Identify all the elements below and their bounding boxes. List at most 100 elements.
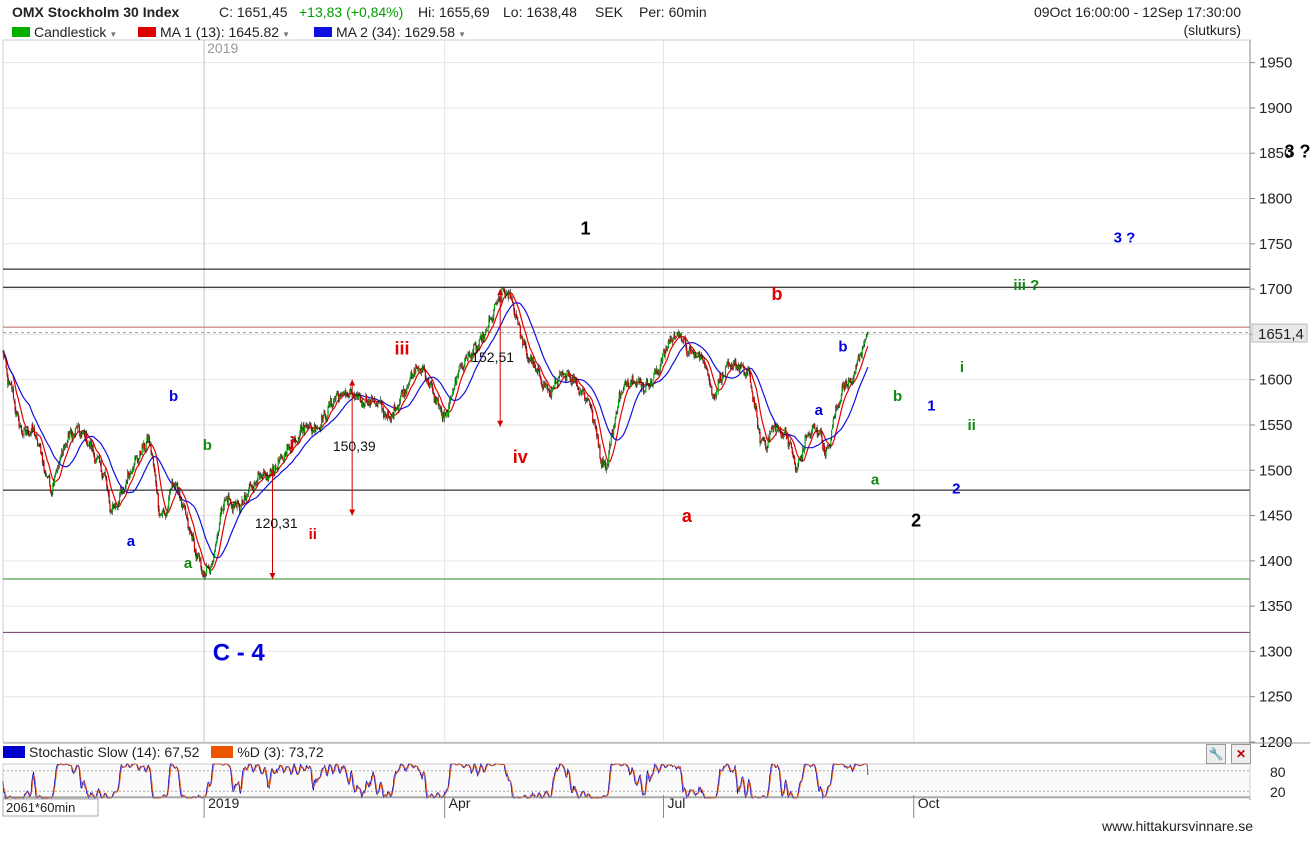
candle-body — [456, 376, 458, 385]
candle-body — [109, 503, 111, 513]
candle-body — [492, 317, 494, 322]
candle-body — [166, 510, 168, 515]
legend-ma1[interactable]: MA 1 (13): 1645.82 ▼ — [138, 24, 290, 40]
candle-body — [664, 352, 666, 357]
chevron-down-icon[interactable]: ▼ — [458, 30, 466, 39]
candle-body — [462, 368, 464, 369]
chevron-down-icon[interactable]: ▼ — [109, 30, 117, 39]
candle-body — [193, 535, 195, 542]
arrow-head — [349, 379, 356, 386]
legend-ma2[interactable]: MA 2 (34): 1629.58 ▼ — [314, 24, 466, 40]
candle-body — [497, 299, 499, 303]
close-value: C: 1651,45 — [219, 4, 288, 20]
candle-body — [228, 495, 230, 500]
candle-body — [115, 502, 117, 508]
candle-body — [483, 335, 485, 341]
candle-body — [551, 389, 553, 397]
candle-body — [102, 476, 104, 478]
candle-body — [559, 373, 561, 377]
candle-body — [230, 502, 233, 508]
candle-body — [131, 468, 134, 473]
candle-body — [681, 339, 683, 341]
candle-body — [78, 426, 81, 434]
candle-body — [135, 456, 138, 458]
candle-body — [796, 469, 798, 473]
candle-body — [621, 393, 623, 396]
close-icon[interactable]: ✕ — [1231, 744, 1251, 764]
candle-body — [153, 464, 155, 470]
chevron-down-icon[interactable]: ▼ — [282, 30, 290, 39]
candle-body — [608, 453, 610, 465]
candle-body — [151, 453, 153, 456]
wave-label: 2 — [911, 510, 921, 530]
high-value: Hi: 1655,69 — [418, 4, 490, 20]
candle-body — [301, 428, 303, 432]
legend-candlestick-label: Candlestick — [34, 24, 107, 40]
candle-body — [730, 365, 732, 367]
candle-body — [170, 488, 172, 490]
wrench-icon[interactable]: 🔧 — [1206, 744, 1226, 764]
candle-body — [609, 444, 611, 454]
stoch-d-swatch-icon — [211, 746, 234, 758]
candle-body — [622, 389, 624, 393]
y-tick-label: 1600 — [1259, 372, 1292, 389]
candle-body — [833, 416, 835, 419]
candle-body — [588, 398, 590, 400]
footer-url[interactable]: www.hittakursvinnare.se — [1102, 818, 1253, 834]
legend-candlestick[interactable]: Candlestick ▼ — [12, 24, 117, 40]
candle-body — [515, 313, 517, 317]
candle-body — [829, 445, 831, 447]
candle-body — [566, 371, 568, 378]
candle-body — [440, 407, 443, 414]
candle-body — [684, 338, 686, 344]
stoch-k-swatch-icon — [3, 746, 25, 758]
candle-body — [387, 410, 389, 417]
candle-body — [56, 471, 58, 473]
candle-body — [415, 365, 418, 369]
plot-frame — [2, 39, 1251, 743]
candle-body — [511, 298, 513, 301]
candle-body — [97, 457, 99, 459]
wave-label: 2 — [952, 481, 960, 498]
candle-body — [169, 490, 171, 494]
candle-body — [187, 518, 189, 529]
candle-body — [749, 373, 751, 384]
candle-body — [237, 500, 239, 504]
candle-body — [432, 391, 435, 393]
wave-label: b — [838, 338, 847, 355]
candle-body — [539, 369, 541, 376]
candle-body — [152, 456, 155, 466]
candle-body — [212, 561, 214, 564]
candle-body — [803, 447, 805, 452]
candle-body — [818, 432, 821, 435]
candle-body — [93, 452, 95, 457]
candle-body — [326, 415, 328, 420]
candle-body — [831, 430, 833, 438]
candle-body — [764, 440, 766, 443]
candlestick-swatch-icon — [12, 27, 30, 37]
candle-body — [791, 447, 793, 454]
legend-ma2-label: MA 2 (34): 1629.58 — [336, 24, 456, 40]
y-tick-label: 1250 — [1259, 689, 1292, 706]
candle-body — [569, 373, 571, 380]
candle-body — [98, 457, 101, 463]
candle-body — [95, 458, 97, 463]
candle-body — [814, 424, 816, 429]
candle-body — [614, 417, 616, 426]
candle-body — [148, 436, 151, 444]
candle-body — [464, 358, 466, 368]
wave-label: b — [893, 388, 902, 405]
candle-body — [695, 353, 697, 358]
candle-body — [617, 408, 619, 413]
candle-body — [659, 364, 661, 371]
candle-body — [186, 515, 188, 519]
candle-body — [816, 428, 818, 435]
candle-body — [330, 398, 332, 405]
candle-body — [86, 433, 88, 444]
candle-body — [769, 432, 771, 441]
candle-body — [479, 336, 481, 340]
candle-body — [867, 332, 869, 334]
chart-canvas[interactable]: 2019 120,31150,39152,51 13 ?3 ?iii ?biii… — [0, 0, 1310, 841]
candle-body — [304, 426, 306, 434]
candle-body — [859, 354, 861, 361]
